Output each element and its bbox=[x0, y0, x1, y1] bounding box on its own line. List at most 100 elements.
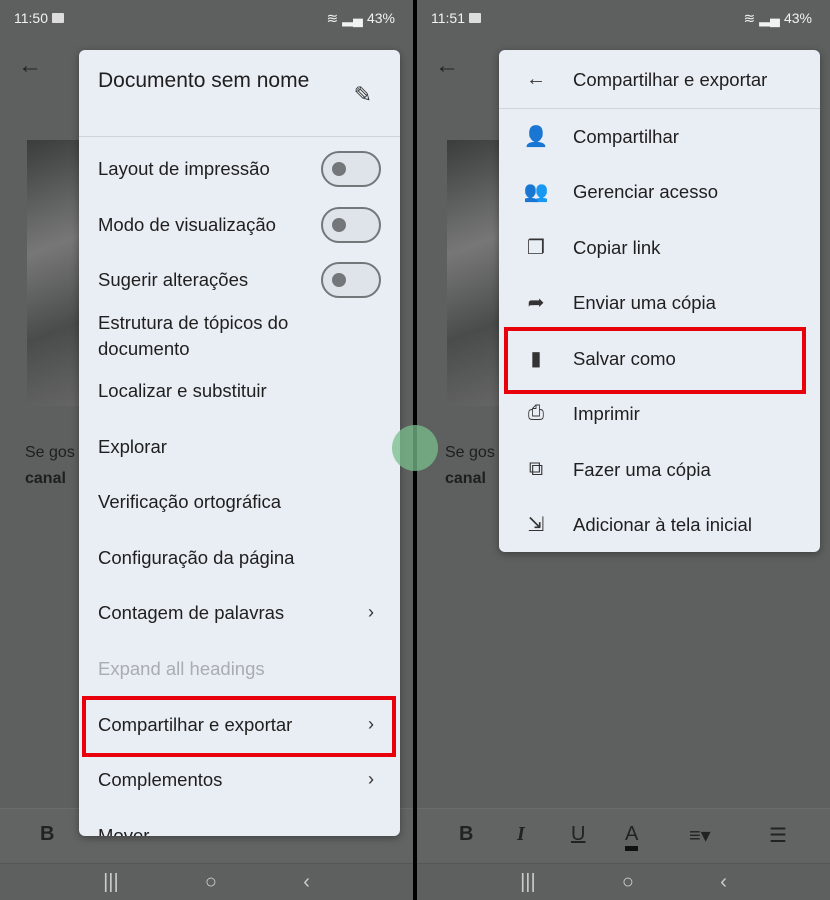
menu-item-expand-headings: Expand all headings bbox=[79, 641, 400, 696]
right-screen: 11:51 ≋ ▂▄ 43% ← Se gos canal B I U A ≡▾ ☰ |… bbox=[417, 0, 830, 900]
home-icon[interactable]: ○ bbox=[205, 871, 217, 894]
signal-icon: ▂▄ bbox=[759, 9, 780, 26]
format-toolbar: B I U A ≡▾ ☰ bbox=[417, 808, 830, 864]
item-label: Enviar uma cópia bbox=[573, 291, 716, 313]
signal-icon: ▂▄ bbox=[342, 9, 363, 26]
item-label: Mover bbox=[98, 824, 150, 837]
document-text: Se gos canal bbox=[25, 440, 75, 492]
toggle-switch[interactable] bbox=[321, 206, 381, 243]
back-arrow-icon: ← bbox=[526, 68, 546, 90]
document-image bbox=[27, 140, 87, 406]
item-label: Modo de visualização bbox=[98, 213, 276, 235]
item-label: Localizar e substituir bbox=[98, 379, 267, 401]
list-icon[interactable]: ☰ bbox=[769, 823, 787, 848]
item-label: Sugerir alterações bbox=[98, 268, 249, 290]
time: 11:50 bbox=[14, 10, 48, 26]
back-arrow-icon[interactable]: ← bbox=[18, 52, 42, 80]
person-add-icon: 👤 bbox=[523, 126, 549, 148]
item-label: Explorar bbox=[98, 435, 167, 457]
menu-item-spellcheck[interactable]: Verificação ortográfica bbox=[79, 474, 400, 529]
chevron-right-icon: › bbox=[368, 769, 374, 789]
back-nav-icon[interactable]: ‹ bbox=[720, 871, 727, 894]
document-text: Se gos canal bbox=[445, 440, 495, 492]
menu-item-word-count[interactable]: Contagem de palavras › bbox=[79, 585, 400, 640]
menu-item-page-setup[interactable]: Configuração da página bbox=[79, 530, 400, 585]
menu-title: Documento sem nome bbox=[98, 69, 310, 92]
watermark-logo bbox=[392, 425, 438, 471]
item-label: Imprimir bbox=[573, 402, 640, 424]
print-icon: ⎙ bbox=[528, 402, 544, 424]
align-icon[interactable]: ≡▾ bbox=[689, 823, 711, 848]
italic-button[interactable]: I bbox=[517, 823, 525, 846]
toggle-view-mode[interactable]: Modo de visualização bbox=[79, 197, 400, 252]
menu-item-manage-access[interactable]: 👥 Gerenciar acesso bbox=[499, 164, 820, 219]
item-label: Compartilhar bbox=[573, 125, 679, 147]
toggle-print-layout[interactable]: Layout de impressão bbox=[79, 141, 400, 196]
item-label: Expand all headings bbox=[98, 657, 265, 679]
doc-line: Se gos bbox=[445, 444, 495, 461]
doc-line: Se gos bbox=[25, 444, 75, 461]
nav-bar: ||| ○ ‹ bbox=[417, 864, 830, 900]
text-color-button[interactable]: A bbox=[625, 823, 639, 851]
share-arrow-icon: ➦ bbox=[527, 292, 545, 314]
menu-item-find-replace[interactable]: Localizar e substituir bbox=[79, 363, 400, 418]
item-label: Adicionar à tela inicial bbox=[573, 513, 752, 535]
item-label: Verificação ortográfica bbox=[98, 490, 282, 512]
underline-button[interactable]: U bbox=[571, 823, 585, 846]
add-home-icon: ⇲ bbox=[527, 514, 545, 536]
back-arrow-icon[interactable]: ← bbox=[435, 52, 459, 80]
recents-icon[interactable]: ||| bbox=[520, 871, 536, 894]
item-label: Estrutura de tópicos do documento bbox=[98, 311, 289, 359]
doc-line-bold: canal bbox=[25, 470, 66, 487]
toggle-suggest-changes[interactable]: Sugerir alterações bbox=[79, 252, 400, 307]
menu-item-copy-link[interactable]: ❐ Copiar link bbox=[499, 220, 820, 275]
menu-item-send-copy[interactable]: ➦ Enviar uma cópia bbox=[499, 275, 820, 330]
menu-item-make-copy[interactable]: ⧉ Fazer uma cópia bbox=[499, 442, 820, 497]
people-icon: 👥 bbox=[523, 181, 549, 203]
share-export-menu: ← Compartilhar e exportar 👤 Compartilhar 👥… bbox=[499, 50, 820, 552]
copy-icon: ❐ bbox=[527, 237, 545, 259]
item-label: Copiar link bbox=[573, 236, 661, 258]
menu-item-add-home[interactable]: ⇲ Adicionar à tela inicial bbox=[499, 497, 820, 552]
status-bar: 11:51 ≋ ▂▄ 43% bbox=[431, 8, 812, 28]
highlight-box bbox=[82, 696, 396, 757]
submenu-title: Compartilhar e exportar bbox=[573, 68, 768, 90]
status-bar: 11:50 ≋ ▂▄ 43% bbox=[14, 8, 395, 28]
back-nav-icon[interactable]: ‹ bbox=[303, 871, 310, 894]
wifi-icon: ≋ bbox=[743, 9, 756, 26]
edit-pencil-icon[interactable]: ✎ bbox=[354, 82, 372, 108]
submenu-back[interactable]: ← Compartilhar e exportar bbox=[499, 52, 820, 107]
highlight-box bbox=[504, 327, 806, 394]
left-screen: 11:50 ≋ ▂▄ 43% ← Se gos canal B ||| ○ ‹ Docume… bbox=[0, 0, 413, 900]
nav-bar: ||| ○ ‹ bbox=[0, 864, 413, 900]
toggle-switch[interactable] bbox=[321, 261, 381, 298]
item-label: Complementos bbox=[98, 768, 223, 790]
doc-line-bold: canal bbox=[445, 470, 486, 487]
toggle-switch[interactable] bbox=[321, 150, 381, 187]
chevron-right-icon: › bbox=[368, 602, 374, 622]
battery: 43% bbox=[783, 10, 812, 26]
file-copy-icon: ⧉ bbox=[528, 458, 544, 480]
notification-icon bbox=[469, 13, 481, 23]
menu-item-explore[interactable]: Explorar bbox=[79, 419, 400, 474]
bold-button[interactable]: B bbox=[459, 823, 473, 846]
item-label: Layout de impressão bbox=[98, 157, 270, 179]
menu-item-outline[interactable]: Estrutura de tópicos do documento bbox=[79, 308, 339, 363]
menu-item-addons[interactable]: Complementos › bbox=[79, 752, 400, 807]
bold-button[interactable]: B bbox=[40, 823, 54, 846]
notification-icon bbox=[52, 13, 64, 23]
menu-item-share[interactable]: 👤 Compartilhar bbox=[499, 109, 820, 164]
item-label: Configuração da página bbox=[98, 546, 295, 568]
document-image bbox=[447, 140, 507, 406]
item-label: Contagem de palavras bbox=[98, 601, 285, 623]
divider bbox=[79, 136, 400, 137]
time: 11:51 bbox=[431, 10, 465, 26]
item-label: Fazer uma cópia bbox=[573, 458, 711, 480]
menu-item-move[interactable]: Mover bbox=[79, 808, 400, 837]
battery: 43% bbox=[366, 10, 395, 26]
menu-item-print[interactable]: ⎙ Imprimir bbox=[499, 386, 820, 441]
item-label: Gerenciar acesso bbox=[573, 180, 718, 202]
wifi-icon: ≋ bbox=[326, 9, 339, 26]
recents-icon[interactable]: ||| bbox=[103, 871, 119, 894]
home-icon[interactable]: ○ bbox=[622, 871, 634, 894]
